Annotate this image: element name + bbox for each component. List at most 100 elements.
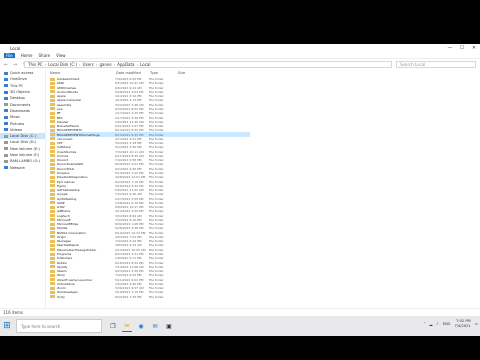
- folder-icon: [50, 214, 55, 218]
- maximize-button[interactable]: ☐: [456, 44, 468, 52]
- folder-icon: [50, 103, 55, 107]
- folder-icon: [50, 150, 55, 154]
- task-view-icon[interactable]: ❐: [108, 320, 118, 332]
- nav-item-label: OneDrive: [10, 77, 27, 82]
- folder-icon: [50, 273, 55, 277]
- folder-icon: [50, 116, 55, 120]
- video-frame: Local — ☐ ✕ File Home Share View ← → ↑ T…: [0, 0, 480, 360]
- drive-icon: [4, 147, 8, 151]
- navigation-pane: Quick access OneDrive This PC 3D Objects Des…: [0, 70, 46, 308]
- nav-item-label: Videos: [10, 127, 22, 132]
- search-input[interactable]: Search Local: [396, 61, 476, 68]
- nav-item-label: New Volume (E:): [10, 146, 40, 151]
- folder-icon: [50, 222, 55, 226]
- nav-item-label: This PC: [10, 83, 24, 88]
- nav-item-label: Downloads: [10, 108, 30, 113]
- folder-icon: [50, 197, 55, 201]
- nav-item-label: Pictures: [10, 121, 25, 126]
- column-headers: Name Date modified Type Size: [50, 70, 190, 76]
- tab-file[interactable]: File: [4, 52, 15, 58]
- nav-item-label: Music: [10, 115, 21, 120]
- nav-item-label: Quick access: [10, 71, 34, 76]
- network-icon[interactable]: ▂: [430, 322, 433, 326]
- folder-icon: [50, 252, 55, 256]
- tab-share[interactable]: Share: [39, 53, 51, 58]
- window-controls: — ☐ ✕: [444, 44, 480, 52]
- breadcrumb-item[interactable]: Users: [83, 62, 94, 67]
- ribbon-tabs: File Home Share View: [0, 52, 480, 59]
- mail-icon[interactable]: ✉: [150, 320, 160, 332]
- download-icon: [4, 109, 8, 113]
- column-name[interactable]: Name: [50, 71, 116, 75]
- folder-icon: [50, 269, 55, 273]
- window-title: Local: [10, 45, 21, 51]
- clock-date: 7/4/2021: [454, 324, 471, 328]
- system-tray: ˄ ▂ ♪ ENG 7:02 PM 7/4/2021 ▭: [424, 319, 478, 329]
- clock[interactable]: 7:02 PM 7/4/2021: [454, 319, 470, 329]
- breadcrumb-item[interactable]: This PC: [28, 62, 43, 67]
- file-explorer-window: Local — ☐ ✕ File Home Share View ← → ↑ T…: [0, 44, 480, 316]
- folder-icon: [50, 282, 55, 286]
- status-bar: 116 items: [0, 308, 480, 316]
- file-explorer-icon[interactable]: ▬: [122, 320, 132, 332]
- store-icon[interactable]: ▣: [164, 320, 174, 332]
- folder-icon: [50, 98, 55, 102]
- forward-arrow-icon[interactable]: →: [12, 62, 18, 68]
- folder-icon: [50, 81, 55, 85]
- desktop-icon: [4, 96, 8, 100]
- taskbar-search-input[interactable]: Type here to search: [16, 319, 102, 333]
- cloud-icon: [4, 77, 8, 81]
- folder-icon: [50, 175, 55, 179]
- column-type[interactable]: Type: [150, 71, 178, 75]
- folder-icon: [50, 239, 55, 243]
- cube-icon: [4, 90, 8, 94]
- folder-icon: [50, 154, 55, 158]
- folder-icon: [50, 278, 55, 282]
- nav-item[interactable]: Network: [0, 164, 45, 170]
- close-button[interactable]: ✕: [468, 44, 480, 52]
- minimize-button[interactable]: —: [444, 44, 456, 52]
- computer-icon: [4, 84, 8, 88]
- nav-item-label: Local Disk (C:): [10, 134, 36, 139]
- language-indicator[interactable]: ENG: [443, 322, 451, 326]
- folder-icon: [50, 120, 55, 124]
- chevron-up-icon[interactable]: ˄: [424, 322, 426, 326]
- folder-icon: [50, 243, 55, 247]
- tab-view[interactable]: View: [56, 53, 66, 58]
- folder-icon: [50, 77, 55, 81]
- folder-icon: [50, 137, 55, 141]
- chevron-right-icon: ›: [136, 62, 139, 67]
- star-icon: [4, 71, 8, 75]
- folder-icon: [50, 158, 55, 162]
- folder-icon: [50, 124, 55, 128]
- column-size[interactable]: Size: [178, 71, 190, 75]
- folder-icon: [50, 209, 55, 213]
- volume-icon[interactable]: ♪: [436, 322, 438, 326]
- folder-icon: [50, 184, 55, 188]
- folder-icon: [50, 180, 55, 183]
- breadcrumb[interactable]: This PC › Local Disk (C:) › Users › ganes › …: [24, 61, 392, 68]
- breadcrumb-item[interactable]: ganes: [99, 62, 111, 67]
- tab-home[interactable]: Home: [21, 53, 33, 58]
- title-bar: Local — ☐ ✕: [0, 44, 480, 52]
- folder-icon: [50, 226, 55, 230]
- windows-start-icon[interactable]: ⊞: [0, 316, 14, 336]
- column-date[interactable]: Date modified: [116, 71, 150, 75]
- folder-icon: [50, 111, 55, 115]
- nav-item-label: Local Disk (D:): [10, 140, 37, 145]
- folder-icon: [50, 188, 55, 192]
- breadcrumb-item[interactable]: AppData: [117, 62, 134, 67]
- document-icon: [4, 103, 8, 107]
- notification-icon[interactable]: ▭: [475, 322, 478, 326]
- folder-icon: [50, 235, 55, 239]
- breadcrumb-item[interactable]: Local: [140, 62, 150, 67]
- folder-icon: [50, 107, 55, 111]
- nav-item-label: RAM-LAMBO (G:): [10, 159, 41, 164]
- file-type: File folder: [149, 294, 164, 299]
- browser-icon[interactable]: ◉: [136, 320, 146, 332]
- breadcrumb-item[interactable]: Local Disk (C:): [48, 62, 77, 67]
- file-row[interactable]: Unity 6/5/2021 7:33 PM File folder: [50, 295, 250, 299]
- drive-icon: [4, 140, 8, 144]
- back-arrow-icon[interactable]: ←: [3, 62, 9, 68]
- folder-icon: [50, 128, 55, 132]
